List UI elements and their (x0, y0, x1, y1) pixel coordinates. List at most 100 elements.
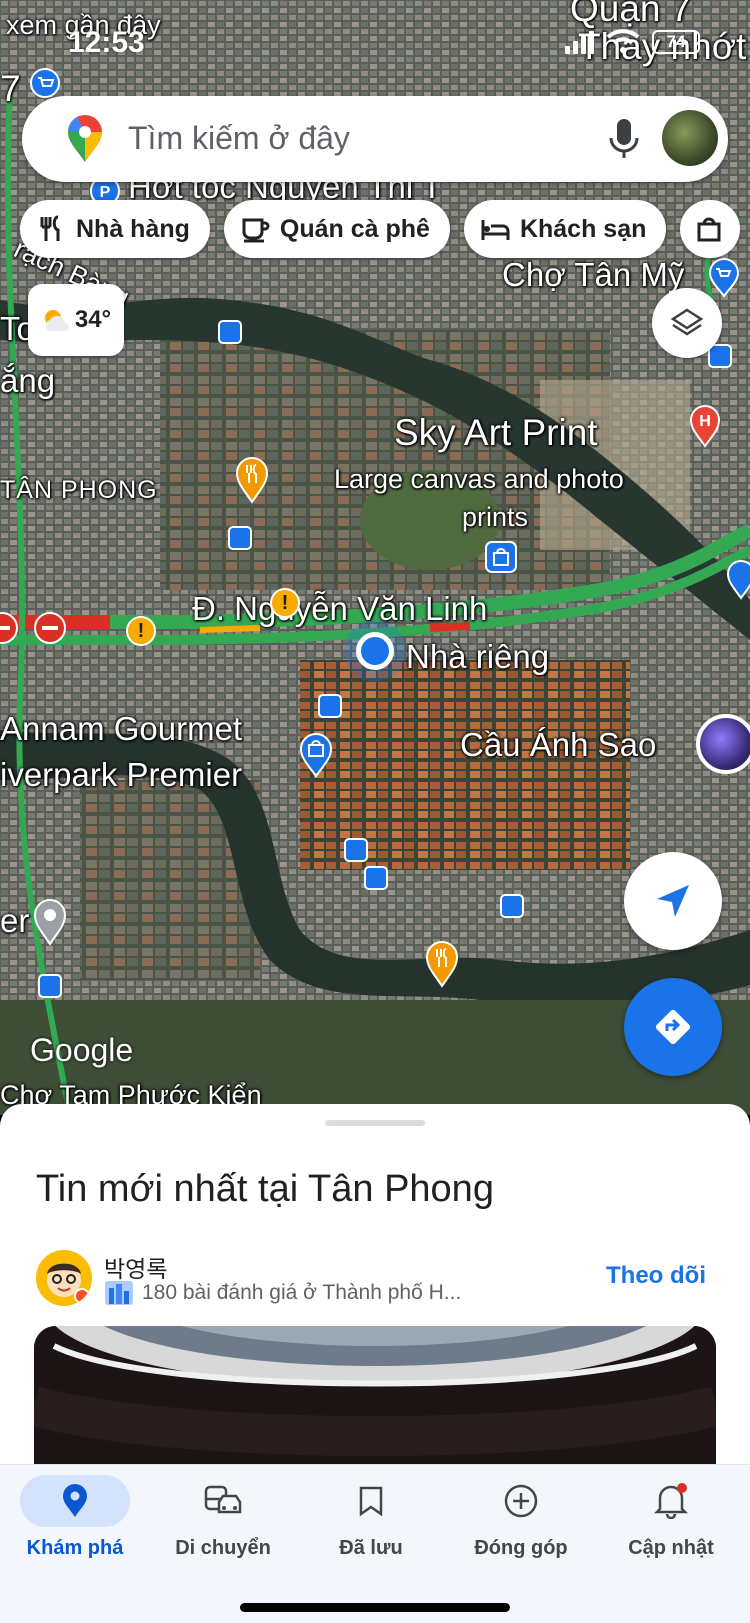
weather-badge[interactable]: 34° (28, 284, 124, 356)
nav-commute[interactable]: Di chuyển (148, 1475, 298, 1575)
layers-icon (670, 308, 704, 336)
nav-explore-pill (20, 1475, 130, 1527)
directions-button[interactable] (624, 978, 722, 1076)
navigation-arrow-icon (657, 885, 689, 917)
svg-text:P: P (100, 184, 111, 201)
home-indicator[interactable] (240, 1603, 510, 1612)
bus-stop-icon[interactable] (318, 694, 342, 718)
shopping-cart-icon[interactable] (706, 258, 742, 298)
add-circle-icon (504, 1484, 538, 1518)
search-bar[interactable]: Tìm kiếm ở đây (22, 96, 728, 182)
road-closure-icon[interactable] (34, 612, 66, 644)
chip-shopping[interactable] (680, 200, 741, 258)
map-view[interactable]: xem gần đây Quận 7 Thay nhớt 7 Hớt tóc N… (0, 0, 750, 1115)
restaurant-icon (40, 215, 60, 241)
shopping-bag-icon (697, 217, 721, 242)
map-label: TÂN PHONG (0, 476, 158, 504)
post-image[interactable] (34, 1326, 716, 1464)
partly-cloudy-icon (44, 310, 69, 331)
shopping-bag-pin-icon[interactable] (298, 732, 334, 778)
nav-contribute[interactable]: Đóng góp (446, 1475, 596, 1575)
poster-meta: 180 bài đánh giá ở Thành phố H... (104, 1280, 461, 1306)
nav-label: Cập nhật (628, 1537, 714, 1559)
traffic-warning-icon[interactable]: ! (270, 588, 300, 618)
bus-stop-icon[interactable] (364, 866, 388, 890)
nav-contribute-pill (466, 1475, 576, 1527)
directions-icon (655, 1009, 691, 1045)
svg-text:H: H (699, 413, 711, 430)
layers-button[interactable] (652, 288, 722, 358)
poster-name[interactable]: 박영록 (104, 1250, 167, 1284)
shopping-bag-pin-icon[interactable] (484, 540, 518, 574)
poster-avatar[interactable] (36, 1250, 92, 1306)
restaurant-pin-icon[interactable] (424, 940, 460, 988)
wifi-icon (606, 29, 640, 53)
map-label: er (0, 902, 30, 939)
shopping-bag-pin-icon[interactable] (726, 560, 750, 600)
my-location-button[interactable] (624, 852, 722, 950)
nav-saved[interactable]: Đã lưu (296, 1475, 446, 1575)
maps-app-screen: xem gần đây Quận 7 Thay nhớt 7 Hớt tóc N… (0, 0, 750, 1623)
profile-avatar[interactable] (662, 110, 718, 166)
microphone-icon[interactable] (606, 116, 642, 162)
commute-icon (204, 1485, 242, 1514)
nav-explore[interactable]: Khám phá (0, 1475, 150, 1575)
weather-temp: 34° (74, 306, 112, 333)
map-label: Large canvas and photo (334, 464, 624, 494)
bus-stop-icon[interactable] (500, 894, 524, 918)
nav-updates[interactable]: Cập nhật (596, 1475, 746, 1575)
hospital-icon[interactable]: H (688, 404, 722, 448)
map-label: prints (462, 502, 529, 532)
chip-hotels[interactable]: Khách sạn (463, 200, 667, 258)
poster-review-count: 180 bài đánh giá ở Thành phố H... (142, 1281, 462, 1304)
chip-coffee[interactable]: Quán cà phê (223, 200, 450, 258)
status-icons: 74 (565, 28, 700, 54)
hotel-icon (481, 220, 510, 240)
bottom-sheet[interactable]: Tin mới nhất tại Tân Phong 박영록 180 bài đ… (0, 1104, 750, 1464)
google-maps-logo-icon (68, 115, 102, 162)
map-label[interactable]: Chợ Tân Mỹ (502, 256, 684, 294)
map-label[interactable]: Annam Gourmet (0, 710, 242, 748)
map-label: ắng (0, 362, 56, 399)
coffee-icon (242, 218, 270, 243)
follow-button[interactable]: Theo dõi (606, 1262, 706, 1290)
nav-saved-pill (316, 1475, 426, 1527)
status-bar: 12:53 74 (0, 0, 750, 90)
restaurant-pin-icon[interactable] (234, 456, 270, 504)
chip-label: Khách sạn (519, 214, 647, 243)
chip-restaurants[interactable]: Nhà hàng (20, 200, 210, 258)
traffic-warning-icon[interactable]: ! (126, 616, 156, 646)
location-pin-icon[interactable] (32, 898, 68, 946)
bus-stop-icon[interactable] (38, 974, 62, 998)
signal-icon (565, 30, 594, 54)
city-icon (105, 1281, 133, 1305)
map-label[interactable]: Cầu Ánh Sao (460, 726, 656, 764)
bus-stop-icon[interactable] (344, 838, 368, 862)
search-input[interactable]: Tìm kiếm ở đây (128, 120, 350, 157)
bell-icon (654, 1483, 688, 1519)
google-logo: Google (30, 1032, 134, 1068)
map-label[interactable]: iverpark Premier (0, 756, 242, 794)
nav-label: Khám phá (26, 1537, 124, 1559)
nav-commute-pill (168, 1475, 278, 1527)
battery-icon: 74 (652, 30, 700, 54)
road-label: Đ. Nguyễn Văn Linh (192, 590, 488, 627)
sheet-title: Tin mới nhất tại Tân Phong (36, 1168, 494, 1210)
bus-stop-icon[interactable] (228, 526, 252, 550)
bookmark-icon (359, 1486, 383, 1517)
status-time: 12:53 (68, 26, 145, 59)
home-label[interactable]: Nhà riêng (406, 638, 549, 676)
nav-updates-pill (616, 1475, 726, 1527)
current-location-dot (356, 632, 394, 670)
cartoon-avatar-icon (36, 1250, 92, 1306)
nav-label: Đóng góp (474, 1537, 568, 1559)
explore-pin-icon (63, 1484, 87, 1517)
sheet-drag-handle[interactable] (325, 1120, 425, 1126)
nav-label: Đã lưu (339, 1537, 403, 1559)
chip-label: Quán cà phê (279, 214, 430, 243)
bowl-photo (34, 1326, 716, 1464)
chip-label: Nhà hàng (76, 214, 190, 243)
bus-stop-icon[interactable] (218, 320, 242, 344)
map-label[interactable]: Sky Art Print (394, 412, 598, 454)
photo-place-marker[interactable] (696, 714, 750, 774)
